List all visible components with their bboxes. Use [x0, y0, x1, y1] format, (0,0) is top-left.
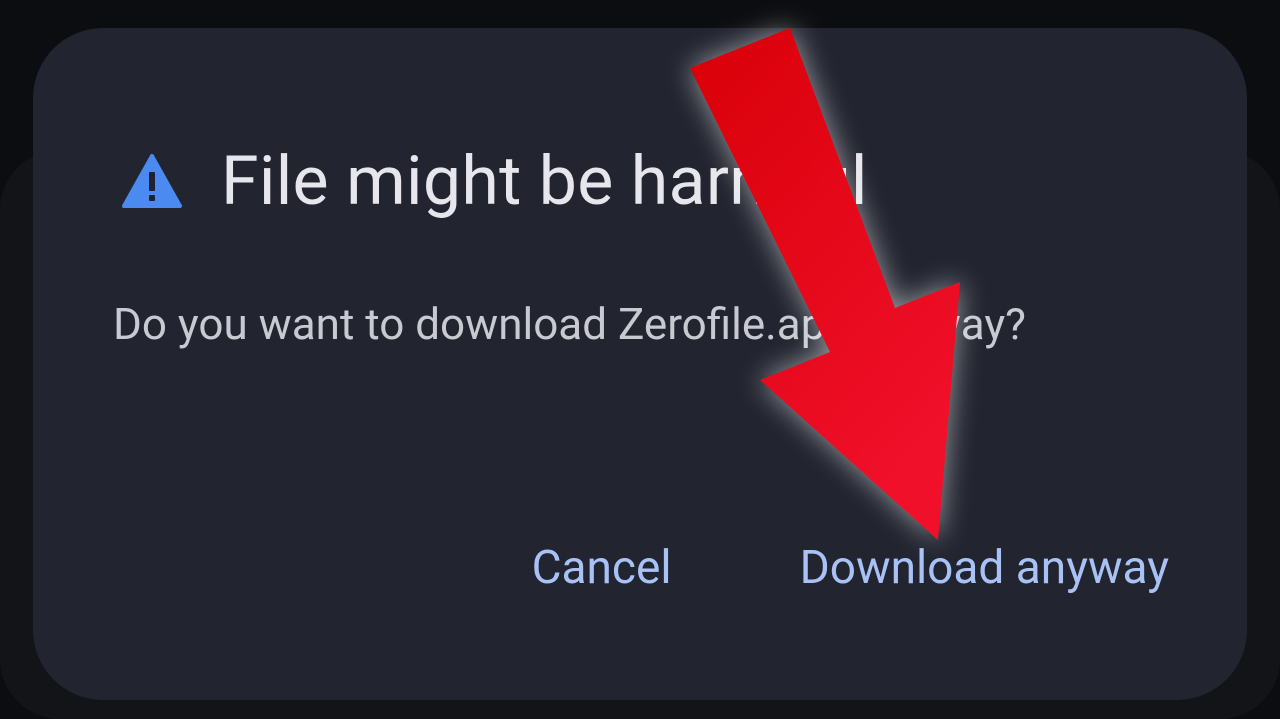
dialog-message: Do you want to download Zerofile.apk any… [113, 298, 1026, 350]
download-anyway-button[interactable]: Download anyway [800, 533, 1169, 603]
dialog-title: File might be harmful [221, 141, 868, 221]
cancel-button[interactable]: Cancel [532, 533, 672, 603]
dialog-actions: Cancel Download anyway [532, 533, 1169, 603]
harmful-file-dialog: File might be harmful Do you want to dow… [33, 28, 1247, 700]
warning-triangle-icon [122, 154, 182, 208]
dialog-header: File might be harmful [121, 116, 868, 246]
